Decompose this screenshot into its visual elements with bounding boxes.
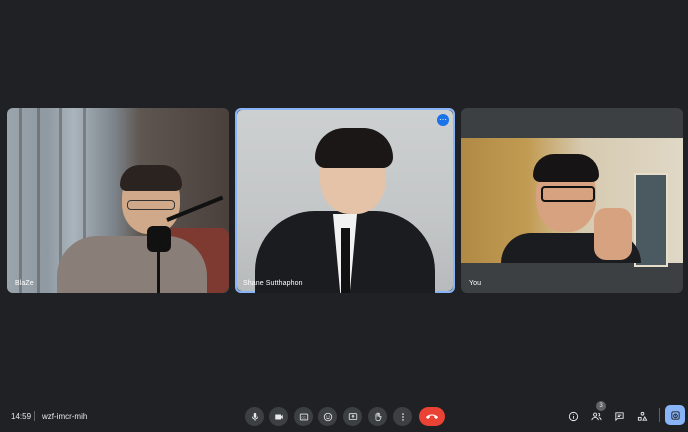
people-icon <box>590 412 602 420</box>
host-controls-button[interactable] <box>665 405 685 425</box>
host-controls-icon <box>670 410 680 420</box>
person-hair <box>533 154 599 182</box>
svg-text:CC: CC <box>301 415 305 419</box>
person-hair <box>315 128 393 168</box>
participant-name: BlaZe <box>15 280 34 287</box>
divider <box>659 408 660 422</box>
mic-stand <box>157 248 160 293</box>
curtain <box>37 108 40 293</box>
raise-hand-button[interactable] <box>368 407 387 426</box>
more-options-button[interactable] <box>393 407 412 426</box>
chat-button[interactable] <box>611 408 627 424</box>
glasses <box>127 200 175 210</box>
participant-tile-blaze[interactable]: BlaZe <box>7 108 229 293</box>
captions-icon: CC <box>299 413 308 420</box>
thumbs-up-hand <box>594 208 632 260</box>
people-count-badge: 3 <box>596 401 606 411</box>
emoji-icon <box>323 412 332 421</box>
meeting-code: wzf-imcr-mih <box>42 412 88 421</box>
person-body <box>57 236 207 293</box>
more-options-icon <box>401 412 404 421</box>
present-icon <box>348 412 357 420</box>
participant-tile-you[interactable]: You <box>461 108 683 293</box>
curtain <box>19 108 22 293</box>
divider <box>34 411 35 421</box>
captions-button[interactable]: CC <box>294 407 313 426</box>
info-button[interactable] <box>565 408 581 424</box>
camera-button[interactable] <box>269 407 288 426</box>
mic-button[interactable] <box>245 407 264 426</box>
raise-hand-icon <box>375 412 382 421</box>
info-icon <box>568 411 578 421</box>
glasses <box>541 186 595 202</box>
emoji-button[interactable] <box>318 407 337 426</box>
end-call-icon <box>426 414 438 419</box>
person-hair <box>120 165 182 191</box>
activities-icon <box>637 411 647 421</box>
participant-tile-shane[interactable]: ⋯ Shane Sutthaphon <box>235 108 455 293</box>
camera-icon <box>274 414 283 419</box>
present-button[interactable] <box>343 407 362 426</box>
activities-button[interactable] <box>634 408 650 424</box>
mic-icon <box>251 412 258 421</box>
chat-icon <box>614 411 624 421</box>
more-vert-icon[interactable]: ⋯ <box>437 114 449 126</box>
participant-name: You <box>469 280 482 287</box>
meeting-clock: 14:59 <box>11 412 32 421</box>
end-call-button[interactable] <box>419 407 445 426</box>
participant-name: Shane Sutthaphon <box>243 280 303 287</box>
person-tie <box>341 228 350 293</box>
